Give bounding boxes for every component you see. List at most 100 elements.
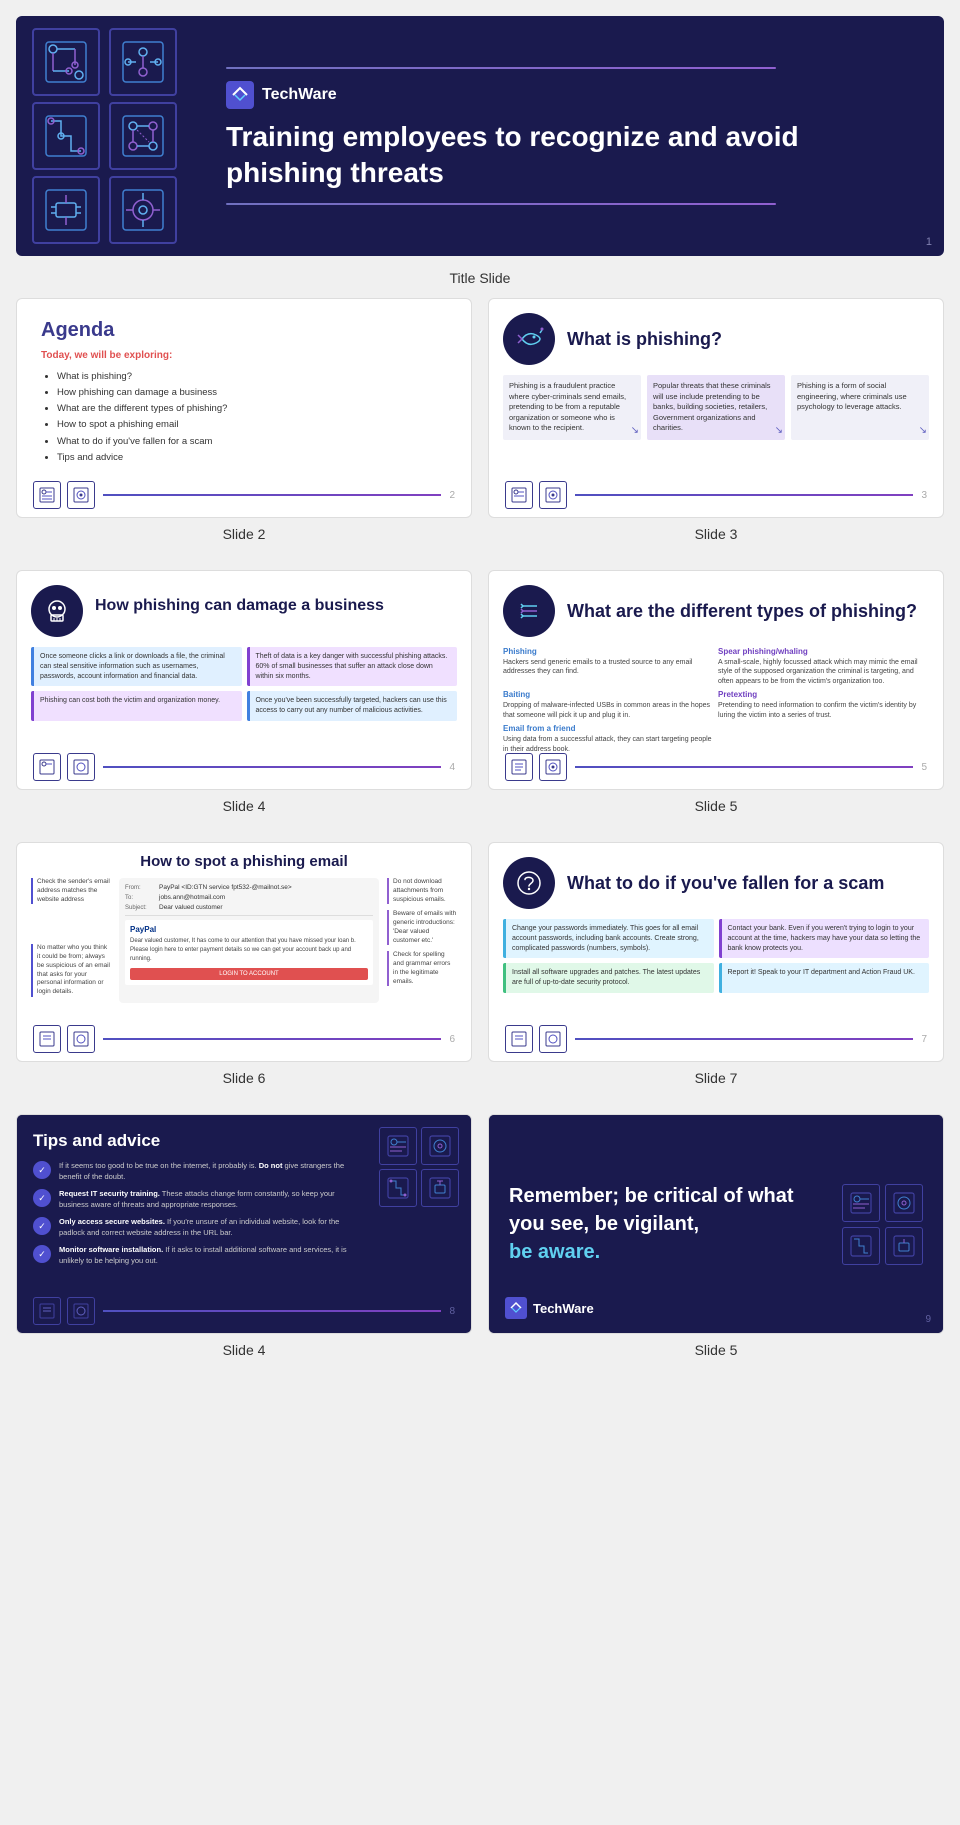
slide2-number: 2 xyxy=(449,490,455,501)
email-right-note-2: Beware of emails with generic introducti… xyxy=(387,910,457,945)
tip-4: ✓ Monitor software installation. If it a… xyxy=(33,1245,361,1266)
slide7-number: 7 xyxy=(921,1034,927,1045)
slide9-number: 9 xyxy=(925,1314,931,1325)
slide6-footer: 6 xyxy=(33,1025,455,1053)
damage-boxes: Once someone clicks a link or downloads … xyxy=(31,647,457,721)
damage-box-3: Phishing can cost both the victim and or… xyxy=(31,691,242,721)
footer-icon-9 xyxy=(33,1025,61,1053)
slide5-wrapper: What are the different types of phishing… xyxy=(488,570,944,826)
email-subject-value: Dear valued customer xyxy=(159,904,223,911)
slide4-label: Slide 4 xyxy=(16,790,472,826)
footer-icon-7 xyxy=(505,753,533,781)
circuit-icon-1 xyxy=(32,28,100,96)
slide4-header: How phishing can damage a business xyxy=(31,585,457,637)
type-spear-desc: A small-scale, highly focussed attack wh… xyxy=(718,658,929,686)
title-slide-number: 1 xyxy=(926,236,932,248)
tip-text-3: Only access secure websites. If you're u… xyxy=(59,1217,361,1238)
slide3-wrapper: What is phishing? Phishing is a fraudule… xyxy=(488,298,944,554)
brand-logo xyxy=(226,81,254,109)
slide6-label: Slide 6 xyxy=(16,1062,472,1098)
tips-icon-1 xyxy=(379,1127,417,1165)
tip-1: ✓ If it seems too good to be true on the… xyxy=(33,1161,361,1182)
title-top-line xyxy=(226,67,776,69)
remember-text-part1: Remember; be critical of what you see, b… xyxy=(509,1185,794,1235)
remember-text: Remember; be critical of what you see, b… xyxy=(509,1182,822,1266)
slide4-footer-icons xyxy=(33,753,95,781)
slide5-title: What are the different types of phishing… xyxy=(567,601,917,622)
agenda-item-4: How to spot a phishing email xyxy=(57,417,447,433)
slide9-wrapper: Remember; be critical of what you see, b… xyxy=(488,1114,944,1370)
slide2-card: Agenda Today, we will be exploring: What… xyxy=(16,298,472,518)
email-subject-field: Subject: Dear valued customer xyxy=(125,904,373,911)
circuit-icon-6 xyxy=(109,176,177,244)
phishing-icon xyxy=(503,313,555,365)
type-spear: Spear phishing/whaling A small-scale, hi… xyxy=(718,647,929,686)
slide4-footer-line xyxy=(103,766,441,768)
tip-check-2: ✓ xyxy=(33,1189,51,1207)
slide3-number: 3 xyxy=(921,490,927,501)
footer-icon-5 xyxy=(33,753,61,781)
tips-icon-3 xyxy=(379,1169,417,1207)
type-baiting-name: Baiting xyxy=(503,690,714,699)
brand-row: TechWare xyxy=(226,81,914,109)
title-bottom-line xyxy=(226,203,776,205)
title-slide-label: Title Slide xyxy=(16,262,944,298)
footer-icon-8 xyxy=(539,753,567,781)
slide8-footer: 8 xyxy=(33,1297,455,1325)
slide8-right-icons xyxy=(379,1127,459,1207)
slide3-header: What is phishing? xyxy=(503,313,929,365)
slide3-card: What is phishing? Phishing is a fraudule… xyxy=(488,298,944,518)
email-note-2: No matter who you think it could be from… xyxy=(31,944,111,997)
agenda-item-1: What is phishing? xyxy=(57,369,447,385)
slide9-content: Remember; be critical of what you see, b… xyxy=(489,1115,943,1333)
slide4-title: How phishing can damage a business xyxy=(95,596,384,615)
circuit-icon-4 xyxy=(109,102,177,170)
type-pretexting-name: Pretexting xyxy=(718,690,929,699)
slide8-footer-icons xyxy=(33,1297,95,1325)
slide7-card: What to do if you've fallen for a scam C… xyxy=(488,842,944,1062)
slide8-title: Tips and advice xyxy=(33,1131,361,1151)
slide3-footer-line xyxy=(575,494,913,496)
slide6-footer-icons xyxy=(33,1025,95,1053)
info-card-3: Phishing is a form of social engineering… xyxy=(791,375,929,440)
slide8-number: 8 xyxy=(449,1306,455,1317)
slide5-header: What are the different types of phishing… xyxy=(503,585,929,637)
email-body: PayPal Dear valued customer, It has come… xyxy=(125,920,373,985)
remember-brand-name: TechWare xyxy=(533,1301,594,1316)
title-heading: Training employees to recognize and avoi… xyxy=(226,119,914,192)
tip-check-1: ✓ xyxy=(33,1161,51,1179)
circuit-icon-2 xyxy=(109,28,177,96)
slide5-content: What are the different types of phishing… xyxy=(489,571,943,768)
slide2-footer: 2 xyxy=(33,481,455,509)
scam-cta-button: LOGIN TO ACCOUNT xyxy=(130,968,368,980)
slide2-agenda: Agenda Today, we will be exploring: What… xyxy=(17,299,471,486)
list-icon xyxy=(503,585,555,637)
footer-icon-3 xyxy=(505,481,533,509)
email-to-field: To: jobs.ann@hotmail.com xyxy=(125,894,373,901)
brand-name: TechWare xyxy=(262,86,337,104)
slide3-cards: Phishing is a fraudulent practice where … xyxy=(503,375,929,440)
tip-3: ✓ Only access secure websites. If you're… xyxy=(33,1217,361,1238)
tip-text-1: If it seems too good to be true on the i… xyxy=(59,1161,361,1182)
title-slide: TechWare Training employees to recognize… xyxy=(16,16,944,256)
agenda-list: What is phishing? How phishing can damag… xyxy=(41,369,447,466)
slide4-number: 4 xyxy=(449,762,455,773)
scam-box-3: Install all software upgrades and patche… xyxy=(503,963,714,993)
slide8-footer-line xyxy=(103,1310,441,1312)
slide6-content: How to spot a phishing email Check the s… xyxy=(17,843,471,1013)
slide7-label: Slide 7 xyxy=(488,1062,944,1098)
slide7-footer-icons xyxy=(505,1025,567,1053)
page-wrapper: TechWare Training employees to recognize… xyxy=(0,0,960,1386)
type-phishing: Phishing Hackers send generic emails to … xyxy=(503,647,714,686)
slide7-content: What to do if you've fallen for a scam C… xyxy=(489,843,943,1007)
tip-2: ✓ Request IT security training. These at… xyxy=(33,1189,361,1210)
question-icon xyxy=(503,857,555,909)
slide6-card: How to spot a phishing email Check the s… xyxy=(16,842,472,1062)
info-card-2: Popular threats that these criminals wil… xyxy=(647,375,785,440)
slide6-title: How to spot a phishing email xyxy=(31,853,457,870)
slide3-title: What is phishing? xyxy=(567,329,722,350)
footer-icon-12 xyxy=(539,1025,567,1053)
email-mockup-area: Check the sender's email address matches… xyxy=(31,878,457,1003)
circuit-icon-5 xyxy=(32,176,100,244)
remember-icon-3 xyxy=(842,1227,880,1265)
